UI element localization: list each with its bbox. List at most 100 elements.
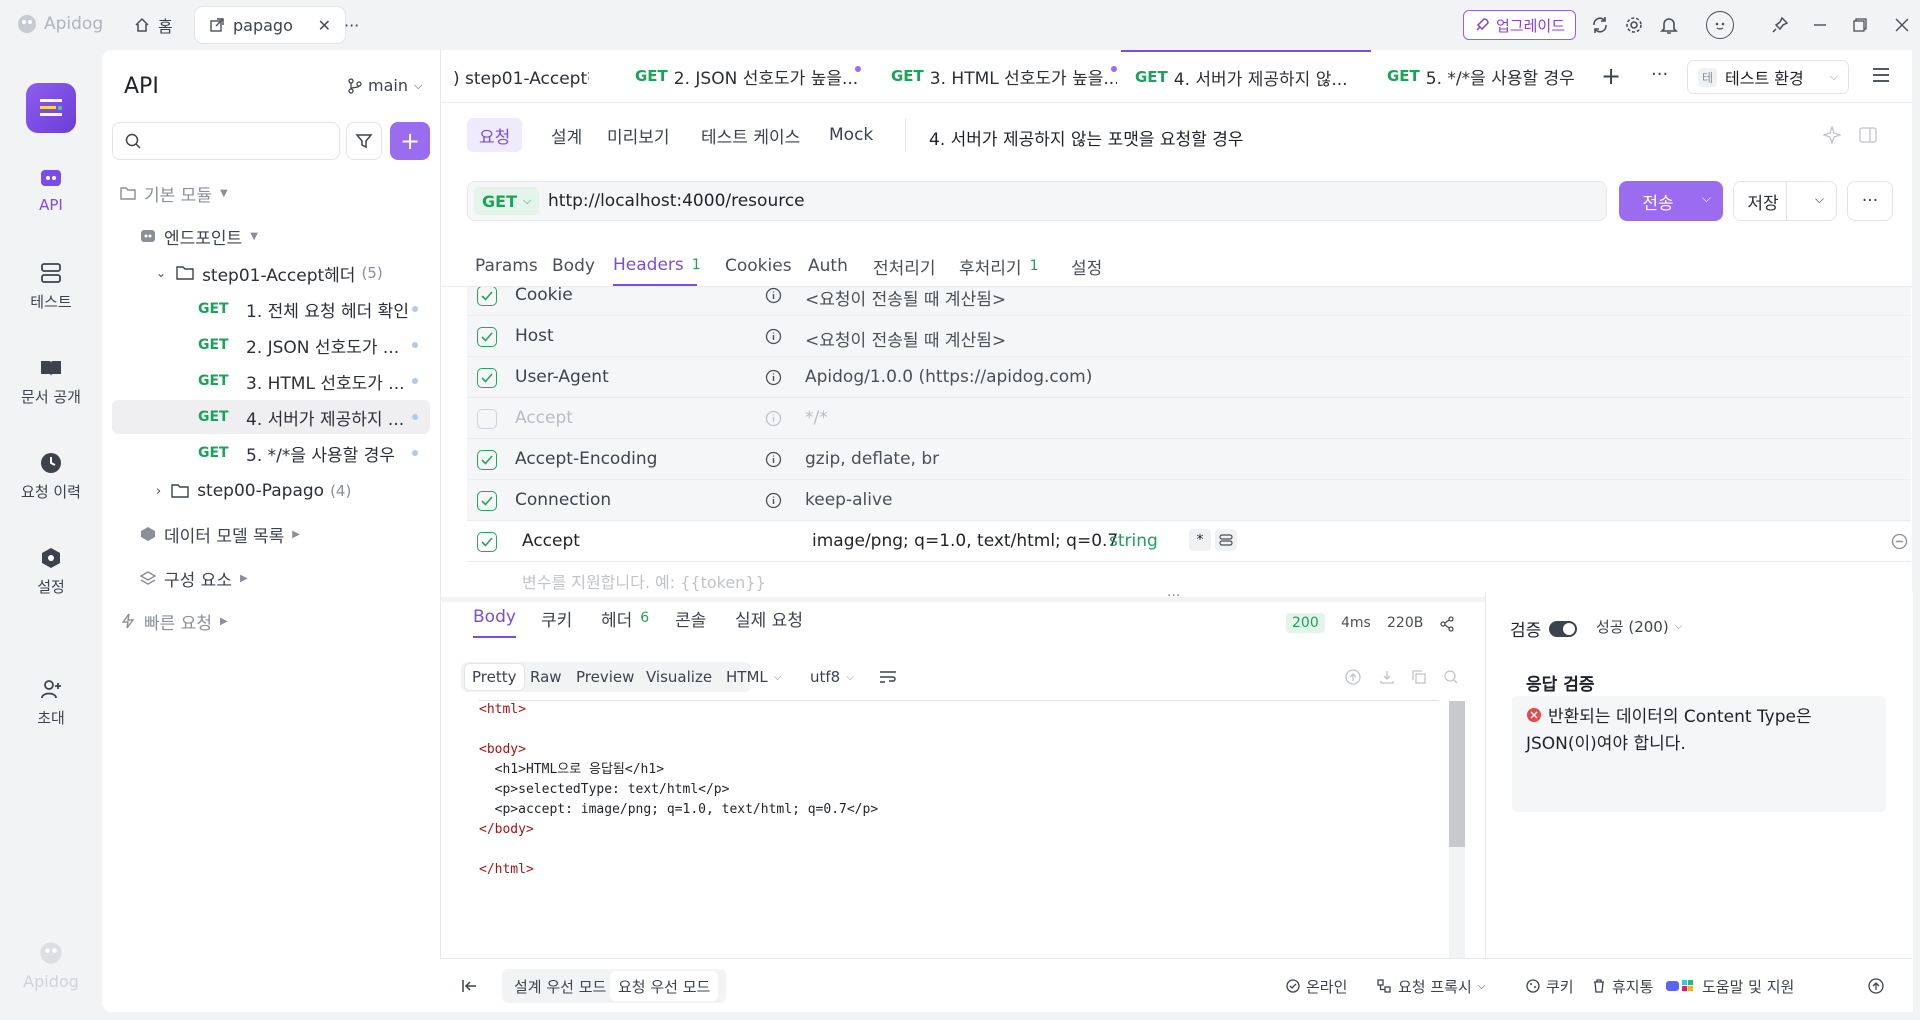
checkbox[interactable] (477, 327, 497, 347)
new-header-input[interactable]: 변수를 지원합니다. 예: {{token}} (522, 569, 766, 593)
tab-response-cookies[interactable]: 쿠키 (541, 598, 572, 638)
method-select[interactable]: GET ⌵ (474, 187, 540, 215)
request-tab-5[interactable]: GET 5. */*을 사용할 경우 (1373, 50, 1593, 102)
link-icon[interactable] (1215, 529, 1237, 551)
search-icon[interactable] (1443, 669, 1459, 685)
info-icon[interactable] (765, 492, 782, 509)
required-toggle[interactable]: * (1189, 529, 1211, 551)
project-tab[interactable]: papago ✕ (195, 7, 345, 43)
tab-request[interactable]: 요청 (467, 118, 523, 152)
checkbox[interactable] (477, 450, 497, 470)
scrollbar[interactable] (1449, 701, 1465, 997)
upgrade-button[interactable]: 업그레이드 (1463, 10, 1577, 40)
request-tab-3[interactable]: GET 3. HTML 선호도가 높을... (877, 50, 1117, 102)
online-status[interactable]: 온라인 (1278, 971, 1355, 1001)
tab-pre-processor[interactable]: 전처리기 (873, 246, 936, 286)
copy-icon[interactable] (1411, 669, 1427, 685)
tab-post-processor[interactable]: 후처리기 1 (959, 246, 1038, 286)
search-input[interactable] (112, 122, 340, 160)
toggle-switch[interactable] (1549, 620, 1578, 637)
tab-test-case[interactable]: 테스트 케이스 (689, 118, 812, 152)
tree-folder-step00[interactable]: › step00-Papago (4) (112, 474, 430, 508)
rail-docs[interactable]: 문서 공개 (0, 356, 102, 407)
header-key-input[interactable]: Accept (522, 531, 580, 551)
add-button[interactable]: + (390, 122, 430, 160)
info-icon[interactable] (765, 328, 782, 345)
scroll-top-button[interactable] (1860, 971, 1892, 1001)
tab-body[interactable]: Body (552, 246, 595, 286)
info-icon[interactable] (765, 369, 782, 386)
more-tabs-button[interactable]: ··· (330, 7, 373, 43)
url-input[interactable]: http://localhost:4000/resource (548, 191, 805, 211)
checkbox[interactable] (477, 287, 497, 306)
tree-request-4[interactable]: GET 4. 서버가 제공하지 ... (112, 400, 430, 434)
restore-icon[interactable] (1848, 13, 1872, 37)
status-select[interactable]: 성공 (200) ⌵ (1596, 616, 1682, 637)
home-tab[interactable]: 홈 (120, 7, 187, 43)
tab-settings[interactable]: 설정 (1071, 246, 1102, 286)
rail-history[interactable]: 요청 이력 (0, 451, 102, 502)
rail-invite[interactable]: 초대 (0, 677, 102, 728)
branch-select[interactable]: main ⌵ (348, 76, 422, 95)
encoding-select[interactable]: utf8 ⌵ (803, 662, 861, 692)
save-button[interactable]: 저장 ⌵ (1733, 181, 1837, 221)
tab-response-body[interactable]: Body (473, 598, 516, 638)
project-avatar[interactable] (26, 83, 76, 133)
format-preview[interactable]: Preview (569, 662, 641, 692)
tree-request-1[interactable]: GET 1. 전체 요청 헤더 확인 (112, 292, 430, 326)
rail-api[interactable]: API (0, 166, 102, 214)
share-icon[interactable] (1439, 616, 1455, 632)
checkbox[interactable] (477, 491, 497, 511)
info-icon[interactable] (765, 287, 782, 304)
gear-icon[interactable] (1622, 13, 1646, 37)
chevron-down-icon[interactable]: ⌵ (1702, 191, 1711, 206)
cookie-button[interactable]: 쿠키 (1518, 971, 1582, 1001)
chevron-down-icon[interactable]: ⌵ (1815, 192, 1824, 207)
tree-data-models[interactable]: 데이터 모델 목록 ▶ (112, 517, 430, 551)
tab-more-button[interactable]: ··· (1651, 64, 1668, 85)
scrollbar-thumb[interactable] (1449, 701, 1465, 847)
tab-actual-request[interactable]: 실제 요청 (735, 598, 803, 638)
close-tab-icon[interactable]: ✕ (318, 16, 331, 35)
rail-settings[interactable]: 설정 (0, 546, 102, 597)
download-icon[interactable] (1379, 669, 1395, 685)
design-first-mode[interactable]: 설계 우선 모드 (506, 971, 614, 1001)
checkbox[interactable] (477, 368, 497, 388)
tree-quick-request[interactable]: 빠른 요청 ▶ (112, 604, 430, 638)
tab-params[interactable]: Params (475, 246, 538, 286)
request-first-mode[interactable]: 요청 우선 모드 (610, 971, 719, 1001)
format-pretty[interactable]: Pretty (465, 664, 524, 690)
rail-test[interactable]: 테스트 (0, 261, 102, 312)
panel-toggle-icon[interactable] (1859, 126, 1877, 144)
tab-auth[interactable]: Auth (808, 246, 848, 286)
tab-cookies[interactable]: Cookies (725, 246, 792, 286)
tab-response-headers[interactable]: 헤더 6 (601, 598, 649, 638)
close-window-icon[interactable] (1890, 13, 1914, 37)
checkbox[interactable] (477, 409, 497, 429)
checkbox[interactable] (477, 532, 497, 552)
tree-request-5[interactable]: GET 5. */*을 사용할 경우 (112, 436, 430, 470)
wrap-icon[interactable] (879, 669, 897, 685)
tree-endpoints[interactable]: 엔드포인트 ▼ (112, 219, 430, 253)
request-tab-4[interactable]: GET 4. 서버가 제공하지 않... (1121, 50, 1371, 102)
request-tab-2[interactable]: GET 2. JSON 선호도가 높을... (621, 50, 861, 102)
tab-design[interactable]: 설계 (539, 118, 594, 152)
request-proxy[interactable]: 요청 프록시 ⌵ (1368, 971, 1493, 1001)
help-button[interactable]: 도움말 및 지원 (1658, 971, 1802, 1001)
collapse-sidebar-button[interactable] (454, 971, 486, 1001)
tree-request-3[interactable]: GET 3. HTML 선호도가 ... (112, 364, 430, 398)
tab-mock[interactable]: Mock (817, 118, 885, 152)
trash-button[interactable]: 휴지통 (1584, 971, 1661, 1001)
more-options-button[interactable]: ··· (1847, 181, 1893, 221)
minimize-icon[interactable] (1808, 13, 1832, 37)
lang-select[interactable]: HTML ⌵ (719, 662, 788, 692)
pin-icon[interactable] (1768, 13, 1792, 37)
tree-request-2[interactable]: GET 2. JSON 선호도가 ... (112, 328, 430, 362)
request-title[interactable]: 4. 서버가 제공하지 않는 포맷을 요청할 경우 (929, 125, 1244, 150)
tree-basic-module[interactable]: 기본 모듈 ▼ (112, 176, 430, 210)
drag-handle-icon[interactable]: ··· (1167, 588, 1180, 604)
remove-row-icon[interactable] (1891, 533, 1908, 550)
type-select[interactable]: string (1109, 531, 1158, 551)
verify-toggle[interactable]: 검증 (1510, 616, 1578, 641)
tree-folder-step01[interactable]: ⌄ step01-Accept헤더 (5) (112, 256, 430, 290)
